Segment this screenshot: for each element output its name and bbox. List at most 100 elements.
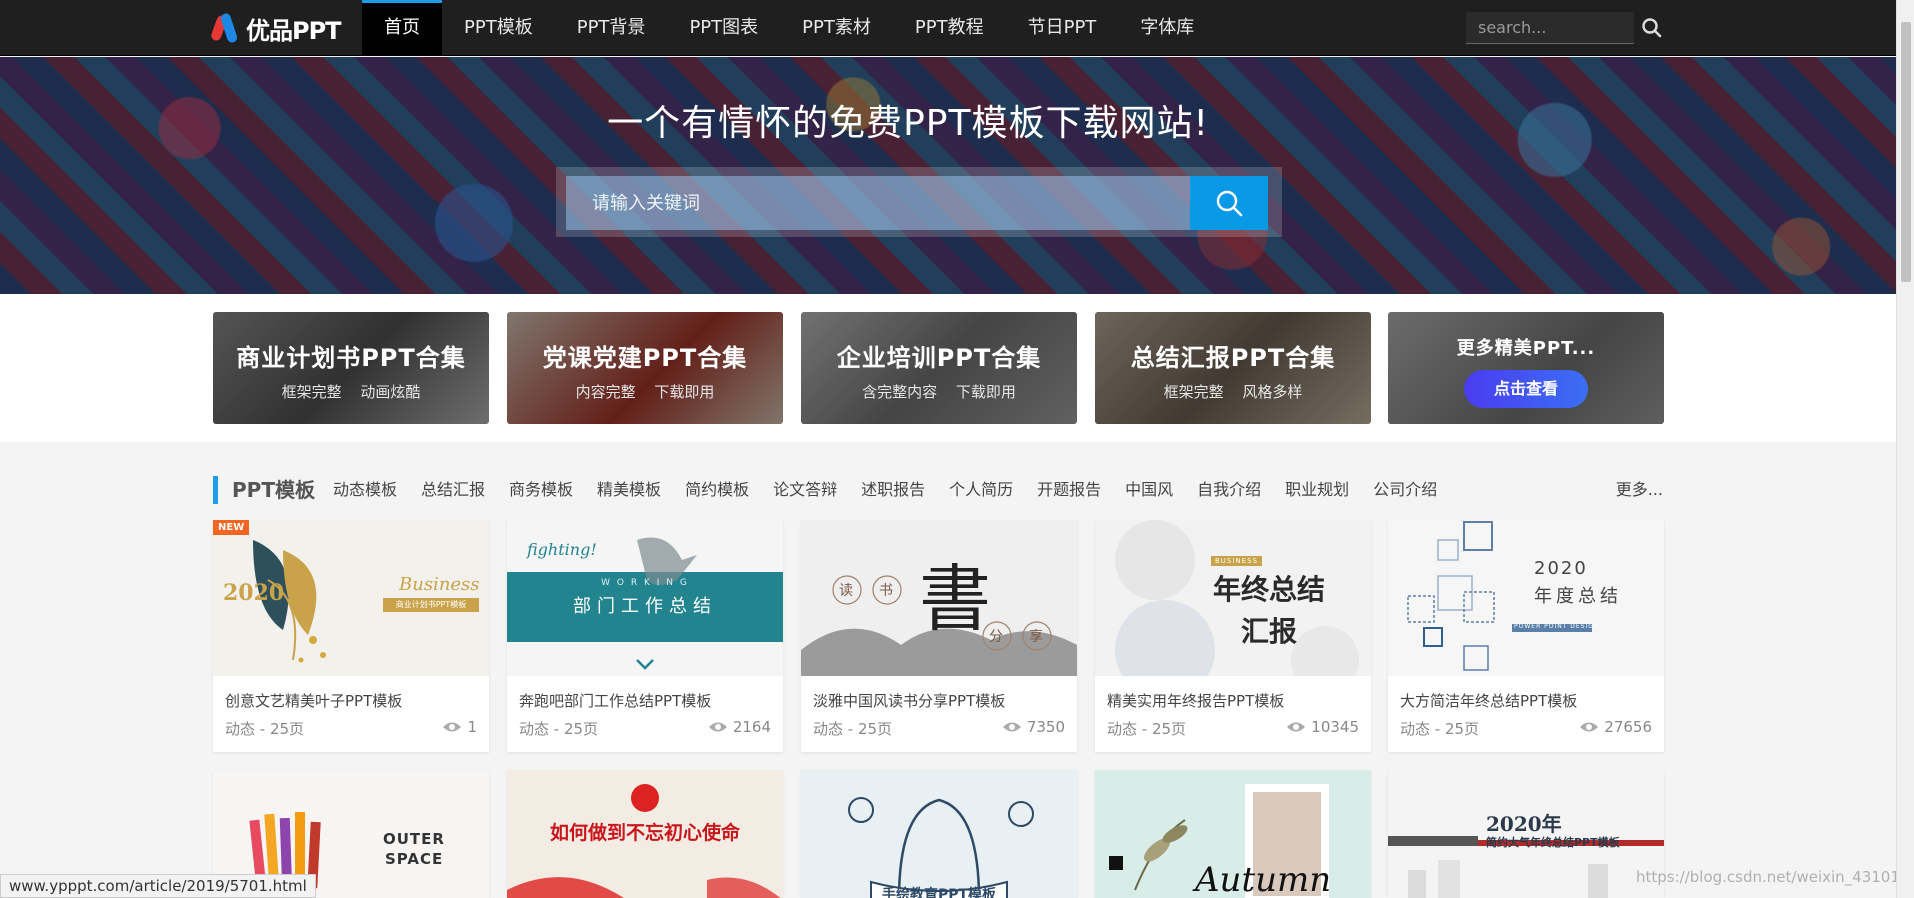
view-count-value: 7350	[1026, 718, 1065, 736]
nav-item-ppt-templates[interactable]: PPT模板	[442, 0, 555, 56]
category-link[interactable]: 商务模板	[509, 476, 573, 504]
status-bar-url: www.ypppt.com/article/2019/5701.html	[0, 874, 316, 898]
collection-title: 总结汇报PPT合集	[1130, 344, 1336, 372]
thumb-big-char: 書	[919, 557, 992, 641]
category-link[interactable]: 简约模板	[685, 476, 749, 504]
template-card[interactable]: NEW 2020 Business 商业计划书PPT模板 创意文艺精美叶子PPT…	[213, 520, 489, 752]
category-link[interactable]: 自我介绍	[1197, 476, 1261, 504]
category-link[interactable]: 中国风	[1125, 476, 1173, 504]
school-bag-illustration	[848, 797, 1034, 898]
category-more-link[interactable]: 更多...	[1616, 476, 1663, 504]
collections-section: 商业计划书PPT合集 框架完整 动画炫酷 党课党建PPT合集 内容完整 下载即用…	[0, 294, 1896, 442]
template-name[interactable]: 精美实用年终报告PPT模板	[1107, 690, 1284, 711]
template-card[interactable]: Autumn	[1095, 770, 1371, 898]
template-meta: 动态 - 25页	[519, 720, 599, 738]
thumb-tag: BUSINESS	[1211, 556, 1262, 566]
eye-icon	[708, 722, 727, 732]
template-card[interactable]: 2020 年度总结 POWER POINT DESIGN 大方简洁年终总结PPT…	[1388, 520, 1664, 752]
nav-item-home[interactable]: 首页	[362, 0, 442, 56]
eye-icon	[443, 722, 462, 732]
template-thumbnail[interactable]: 手绘教育PPT模板	[801, 770, 1077, 898]
thumb-word: Autumn	[1195, 860, 1332, 898]
view-count: 2164	[708, 718, 771, 736]
category-link[interactable]: 公司介绍	[1373, 476, 1437, 504]
collection-more-title: 更多精美PPT...	[1456, 338, 1596, 359]
search-icon[interactable]	[1640, 16, 1664, 40]
thumb-char: 读	[839, 583, 853, 599]
view-count-value: 2164	[732, 718, 771, 736]
collection-summary-report[interactable]: 总结汇报PPT合集 框架完整 风格多样	[1095, 312, 1371, 424]
nav-item-ppt-charts[interactable]: PPT图表	[667, 0, 780, 56]
thumb-title: 简约大气年终总结PPT模板	[1486, 836, 1620, 849]
template-thumbnail[interactable]: 2020年 简约大气年终总结PPT模板	[1388, 770, 1664, 898]
vertical-scrollbar[interactable]	[1896, 0, 1914, 898]
template-thumbnail[interactable]: 如何做到不忘初心使命	[507, 770, 783, 898]
template-name[interactable]: 大方简洁年终总结PPT模板	[1400, 690, 1577, 711]
thumb-title: 年度总结	[1534, 586, 1622, 607]
nav-item-ppt-backgrounds[interactable]: PPT背景	[555, 0, 668, 56]
hero-search-input[interactable]	[566, 176, 1190, 230]
thumb-char: 享	[1029, 629, 1043, 645]
template-thumbnail[interactable]: 2020 年度总结 POWER POINT DESIGN	[1388, 520, 1664, 676]
template-thumbnail[interactable]: NEW 2020 Business 商业计划书PPT模板	[213, 520, 489, 676]
category-link[interactable]: 职业规划	[1285, 476, 1349, 504]
thumb-title: 如何做到不忘初心使命	[549, 822, 740, 844]
thumb-char: 分	[989, 629, 1003, 645]
collection-more[interactable]: 更多精美PPT... 点击查看	[1388, 312, 1664, 424]
template-card[interactable]: 手绘教育PPT模板	[801, 770, 1077, 898]
category-link[interactable]: 动态模板	[333, 476, 397, 504]
thumb-line2: 汇报	[1241, 615, 1298, 648]
nav-item-holiday-ppt[interactable]: 节日PPT	[1006, 0, 1119, 56]
collection-subtitle: 含完整内容 下载即用	[862, 383, 1016, 401]
category-link[interactable]: 个人简历	[949, 476, 1013, 504]
template-thumbnail[interactable]: Autumn	[1095, 770, 1371, 898]
scrollbar-thumb[interactable]	[1901, 22, 1911, 282]
category-title: PPT模板	[213, 476, 315, 504]
eye-icon	[1002, 722, 1021, 732]
template-name[interactable]: 创意文艺精美叶子PPT模板	[225, 690, 402, 711]
template-name[interactable]: 淡雅中国风读书分享PPT模板	[813, 690, 1005, 711]
category-link[interactable]: 述职报告	[861, 476, 925, 504]
category-link[interactable]: 精美模板	[597, 476, 661, 504]
main-nav: 首页 PPT模板 PPT背景 PPT图表 PPT素材 PPT教程 节日PPT 字…	[362, 0, 1216, 56]
template-name[interactable]: 奔跑吧部门工作总结PPT模板	[519, 690, 711, 711]
new-badge: NEW	[213, 520, 250, 535]
hero-banner: 一个有情怀的免费PPT模板下载网站!	[0, 57, 1896, 294]
category-bar: PPT模板 动态模板 总结汇报 商务模板 精美模板 简约模板 论文答辩 述职报告…	[213, 476, 1663, 506]
view-more-button[interactable]: 点击查看	[1464, 370, 1588, 408]
category-link[interactable]: 总结汇报	[421, 476, 485, 504]
collection-business-plan[interactable]: 商业计划书PPT合集 框架完整 动画炫酷	[213, 312, 489, 424]
template-card[interactable]: 读 书 書 分 享 淡雅中国风读书分享PPT模板 动态 - 25页 7350	[801, 520, 1077, 752]
logo-icon	[209, 9, 242, 47]
view-count: 27656	[1579, 718, 1652, 736]
thumb-ribbon: 手绘教育PPT模板	[881, 887, 997, 898]
squares-illustration	[1407, 521, 1592, 671]
thumb-word: Business	[399, 574, 480, 595]
template-card[interactable]: 2020年 简约大气年终总结PPT模板	[1388, 770, 1664, 898]
site-logo[interactable]: 优品PPT	[209, 8, 342, 48]
hero-search-button[interactable]	[1190, 176, 1268, 230]
category-link[interactable]: 论文答辩	[773, 476, 837, 504]
template-thumbnail[interactable]: fighting! W O R K I N G 部门工作总结	[507, 520, 783, 676]
category-links: 动态模板 总结汇报 商务模板 精美模板 简约模板 论文答辩 述职报告 个人简历 …	[333, 476, 1461, 504]
template-thumbnail[interactable]: BUSINESS 年终总结 汇报	[1095, 520, 1371, 676]
hero-search	[556, 167, 1282, 237]
view-count: 7350	[1002, 718, 1065, 736]
nav-item-fonts[interactable]: 字体库	[1118, 0, 1216, 56]
template-card[interactable]: BUSINESS 年终总结 汇报 精美实用年终报告PPT模板 动态 - 25页 …	[1095, 520, 1371, 752]
collection-subtitle: 框架完整 风格多样	[1163, 383, 1303, 401]
top-navbar: 优品PPT 首页 PPT模板 PPT背景 PPT图表 PPT素材 PPT教程 节…	[0, 0, 1896, 56]
template-thumbnail[interactable]: 读 书 書 分 享	[801, 520, 1077, 676]
category-link[interactable]: 开题报告	[1037, 476, 1101, 504]
collection-corporate-training[interactable]: 企业培训PPT合集 含完整内容 下载即用	[801, 312, 1077, 424]
nav-item-ppt-tutorials[interactable]: PPT教程	[893, 0, 1006, 56]
thumb-line2: SPACE	[385, 850, 444, 868]
template-card[interactable]: 如何做到不忘初心使命	[507, 770, 783, 898]
view-count-value: 1	[467, 718, 477, 736]
thumb-script: fighting!	[527, 540, 597, 559]
nav-item-ppt-materials[interactable]: PPT素材	[780, 0, 893, 56]
header-search-input[interactable]	[1466, 12, 1634, 44]
view-count-value: 27656	[1604, 718, 1652, 736]
template-card[interactable]: fighting! W O R K I N G 部门工作总结 奔跑吧部门工作总结…	[507, 520, 783, 752]
collection-party-building[interactable]: 党课党建PPT合集 内容完整 下载即用	[507, 312, 783, 424]
